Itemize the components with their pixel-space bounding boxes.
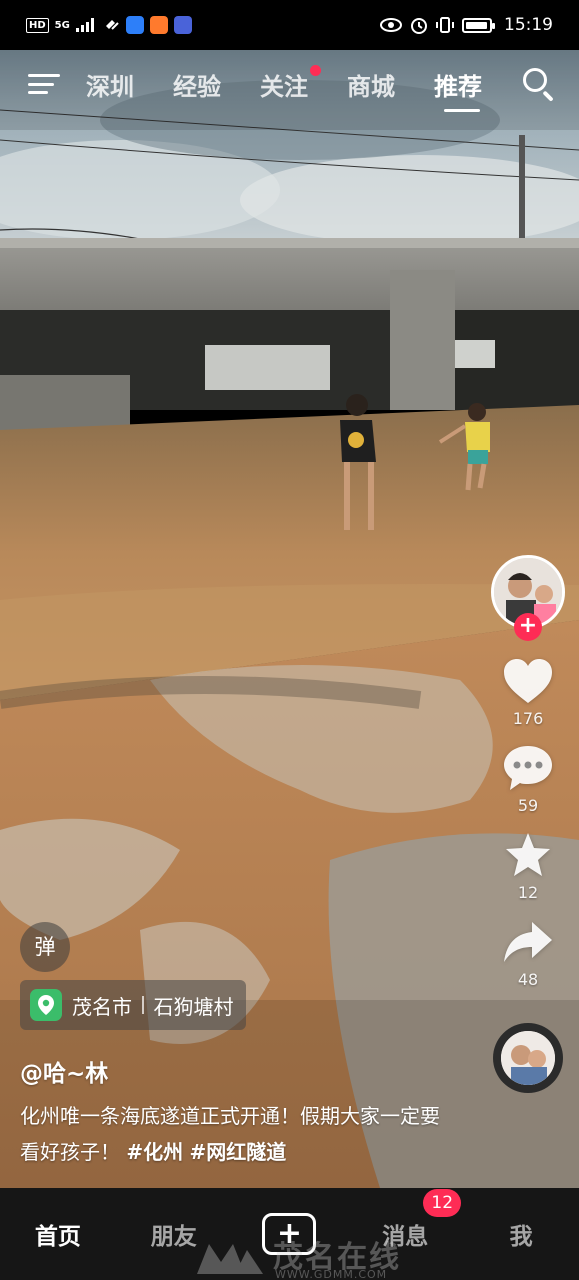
location-separator <box>142 996 144 1014</box>
music-cover-icon <box>501 1031 555 1085</box>
tab-label: 关注 <box>260 72 308 101</box>
location-pin-icon <box>30 989 62 1021</box>
nav-home[interactable]: 首页 <box>0 1217 116 1251</box>
tab-label: 经验 <box>173 72 221 101</box>
tab-label: 深圳 <box>86 72 134 101</box>
comment-icon <box>504 746 552 790</box>
star-icon <box>506 833 550 876</box>
nav-label: 我 <box>509 1224 533 1250</box>
clock-time: 15:19 <box>504 15 553 35</box>
app-icon-1688 <box>173 16 192 34</box>
tab-label: 商城 <box>347 72 395 101</box>
status-left-group: HD 5G <box>26 16 192 34</box>
author-name[interactable]: @哈~林 <box>20 1054 108 1088</box>
message-badge: 12 <box>423 1189 462 1217</box>
wifi-icon <box>105 20 119 30</box>
battery-fill <box>466 21 487 29</box>
tab-mall[interactable]: 商城 <box>347 67 434 102</box>
comment-count: 59 <box>517 796 539 815</box>
nav-messages[interactable]: 消息 12 <box>347 1189 463 1251</box>
tab-recommended[interactable]: 推荐 <box>434 67 521 112</box>
nav-create[interactable]: + <box>232 1213 348 1255</box>
video-caption: 化州唯一条海底遂道正式开通！假期大家一定要看好孩子！ #化州 #网红隧道 <box>20 1098 450 1170</box>
notification-dot <box>310 64 321 76</box>
hashtag-link[interactable]: #网红隧道 <box>189 1140 286 1164</box>
network-5g-label: 5G <box>54 19 70 31</box>
share-button[interactable]: 48 <box>502 918 554 989</box>
nav-friends[interactable]: 朋友 <box>116 1217 232 1251</box>
danmu-toggle-button[interactable]: 弹 <box>20 922 70 972</box>
tab-following[interactable]: 关注 <box>260 64 347 102</box>
favorite-button[interactable]: 12 <box>502 831 554 902</box>
status-bar: HD 5G 15:19 <box>0 0 579 50</box>
location-city: 茂名市 <box>72 994 132 1019</box>
comment-button[interactable]: 59 <box>502 744 554 815</box>
favorite-count: 12 <box>517 883 539 902</box>
music-disc-avatar[interactable] <box>493 1023 563 1093</box>
signal-icon <box>75 18 94 32</box>
search-icon[interactable] <box>521 66 554 102</box>
bottom-nav: 首页 朋友 + 消息 12 我 <box>0 1188 579 1280</box>
vibrate-icon <box>436 17 454 33</box>
hashtag-link[interactable]: #化州 <box>126 1140 183 1164</box>
action-rail: + 176 59 12 48 <box>489 555 567 1093</box>
top-tabs: 深圳 经验 关注 商城 推荐 <box>86 64 521 112</box>
follow-plus-icon[interactable]: + <box>514 613 542 641</box>
like-button[interactable]: 176 <box>502 657 554 728</box>
share-count: 48 <box>517 970 539 989</box>
tab-experience[interactable]: 经验 <box>173 67 260 102</box>
heart-icon <box>504 659 552 703</box>
top-nav: 深圳 经验 关注 商城 推荐 <box>0 58 579 112</box>
share-arrow-icon <box>504 922 552 962</box>
tab-shenzhen[interactable]: 深圳 <box>86 67 173 102</box>
alarm-icon <box>411 18 427 34</box>
music-disc-photo <box>501 1031 555 1085</box>
app-icon-orange <box>149 16 168 34</box>
nav-label: 朋友 <box>150 1224 197 1250</box>
hd-badge: HD <box>26 17 49 33</box>
battery-icon <box>462 17 495 33</box>
eye-icon <box>380 18 402 32</box>
tab-label: 推荐 <box>434 72 482 101</box>
create-plus-icon: + <box>262 1213 317 1255</box>
status-right-group: 15:19 <box>380 15 553 35</box>
location-place: 石狗塘村 <box>153 994 234 1019</box>
nav-label: 首页 <box>34 1224 81 1250</box>
location-chip[interactable]: 茂名市 石狗塘村 <box>20 980 246 1030</box>
like-count: 176 <box>512 709 544 728</box>
hamburger-menu-icon[interactable] <box>28 70 60 98</box>
nav-me[interactable]: 我 <box>463 1217 579 1251</box>
app-icon-blue <box>125 16 144 34</box>
nav-label: 消息 <box>382 1224 429 1250</box>
